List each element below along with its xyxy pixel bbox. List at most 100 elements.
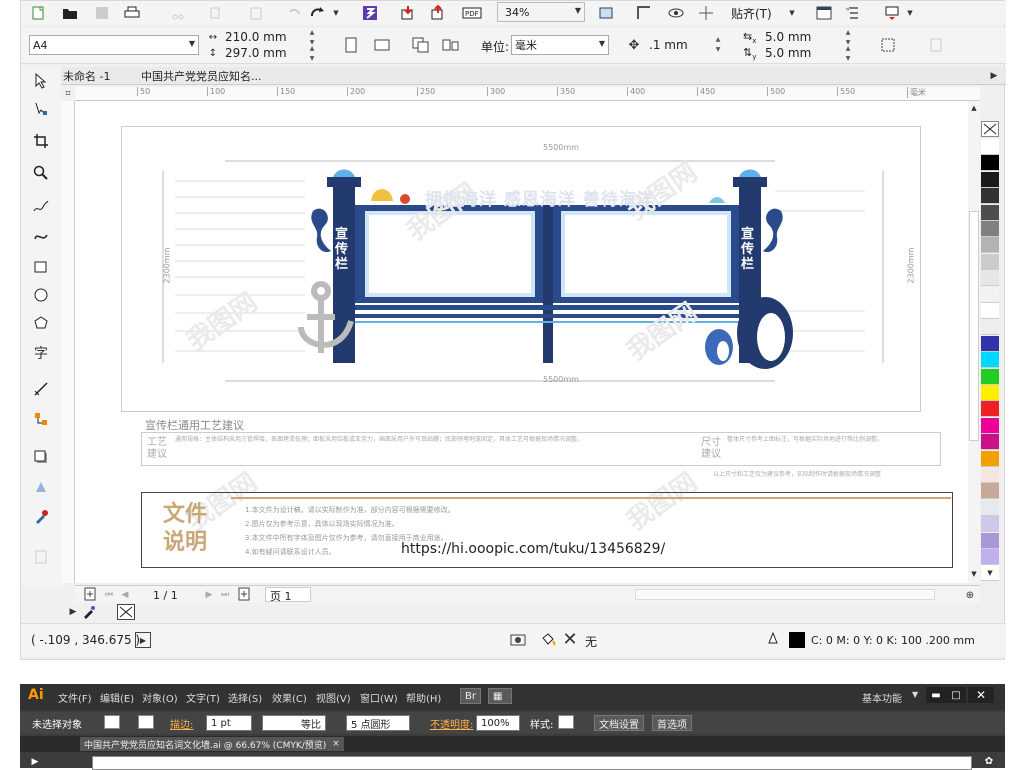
- show-rulers-icon[interactable]: [635, 4, 653, 22]
- palette-swatch[interactable]: [981, 270, 999, 287]
- publish-pdf-icon[interactable]: PDF: [461, 4, 483, 22]
- palette-swatch[interactable]: [981, 467, 999, 483]
- palette-swatch[interactable]: [981, 319, 999, 336]
- ai-menu-view[interactable]: 视图(V): [316, 690, 351, 705]
- ai-stroke-swatch[interactable]: [138, 715, 154, 729]
- add-page-after-icon[interactable]: [237, 587, 251, 601]
- treat-as-filled-icon[interactable]: [879, 36, 897, 54]
- ai-doc-tab[interactable]: 中国共产党党员应知名词文化墙.ai @ 66.67% (CMYK/预览) ×: [80, 737, 344, 751]
- snap-dropdown-icon[interactable]: ▼: [787, 4, 797, 22]
- ai-preferences-button[interactable]: 首选项: [652, 715, 692, 731]
- import-icon[interactable]: [399, 4, 417, 22]
- ai-opacity-label[interactable]: 不透明度:: [430, 716, 473, 731]
- scroll-up-icon[interactable]: ▲: [968, 103, 980, 113]
- palette-swatch[interactable]: [981, 450, 999, 467]
- guidelines-icon[interactable]: [697, 4, 715, 22]
- horizontal-scrollbar[interactable]: [635, 589, 935, 600]
- duplicate-distance-y[interactable]: 5.0 mm: [765, 46, 811, 60]
- horizontal-ruler[interactable]: 50 100 150 200 250 300 350 400 450 500 550 毫米: [75, 87, 980, 101]
- options-icon[interactable]: [815, 4, 833, 22]
- redo-dropdown-icon[interactable]: ▼: [331, 4, 341, 22]
- palette-swatch[interactable]: [981, 253, 999, 270]
- ai-menu-edit[interactable]: 编辑(E): [100, 690, 134, 705]
- polygon-tool-icon[interactable]: [31, 313, 51, 333]
- freehand-tool-icon[interactable]: [31, 197, 51, 217]
- palette-swatch[interactable]: [981, 434, 999, 451]
- next-page-icon[interactable]: ▶: [203, 588, 215, 602]
- scroll-down-icon[interactable]: ▼: [968, 569, 980, 579]
- crop-tool-icon[interactable]: [31, 131, 51, 151]
- scroll-thumb[interactable]: [969, 211, 979, 441]
- print-icon[interactable]: [123, 4, 141, 22]
- ai-doc-tab-close-icon[interactable]: ×: [332, 739, 340, 749]
- ai-maximize-icon[interactable]: □: [946, 687, 966, 703]
- dup-y-spinner[interactable]: ▲ ▼: [843, 44, 853, 64]
- status-info-icon[interactable]: [509, 632, 527, 648]
- ai-stroke-label[interactable]: 描边:: [170, 716, 193, 731]
- vertical-scrollbar[interactable]: ▲ ▼: [968, 101, 980, 583]
- ai-brush[interactable]: 5 点圆形: [346, 715, 410, 731]
- zoom-navigator-icon[interactable]: ⊕: [963, 588, 977, 602]
- current-page-icon[interactable]: [441, 36, 461, 54]
- palette-swatch[interactable]: [981, 188, 999, 205]
- palette-swatch[interactable]: [981, 335, 999, 352]
- palette-swatch[interactable]: [981, 401, 999, 418]
- undo-icon[interactable]: [285, 4, 303, 22]
- new-file-icon[interactable]: [29, 4, 47, 22]
- nudge-value[interactable]: .1 mm: [649, 38, 688, 52]
- shape-tool-icon[interactable]: [31, 99, 51, 119]
- palette-swatch[interactable]: [981, 516, 999, 533]
- copy-icon[interactable]: [207, 4, 225, 22]
- palette-swatch[interactable]: [981, 368, 999, 385]
- ai-arrange-button[interactable]: ▦: [488, 688, 512, 704]
- paste-icon[interactable]: [247, 4, 265, 22]
- palette-swatch[interactable]: [981, 155, 999, 172]
- palette-swatch[interactable]: [981, 286, 999, 303]
- palette-swatch[interactable]: [981, 499, 999, 516]
- options-page-icon[interactable]: [927, 36, 945, 54]
- ai-menu-window[interactable]: 窗口(W): [360, 690, 398, 705]
- ai-menu-effect[interactable]: 效果(C): [272, 690, 307, 705]
- tab-scroll-right-icon[interactable]: ▶: [987, 69, 1001, 83]
- first-page-icon[interactable]: ⏮: [103, 588, 115, 602]
- corel-connect-icon[interactable]: [361, 4, 379, 22]
- tab-party-doc[interactable]: 中国共产党党员应知名...: [141, 68, 301, 84]
- open-folder-icon[interactable]: [61, 4, 79, 22]
- outline-pen-icon[interactable]: [765, 632, 781, 648]
- interactive-fill-icon[interactable]: [31, 547, 51, 567]
- full-screen-preview-icon[interactable]: [597, 4, 615, 22]
- drop-shadow-icon[interactable]: [31, 447, 51, 467]
- status-play-icon[interactable]: ▶: [135, 632, 151, 648]
- palette-swatch[interactable]: [981, 171, 999, 188]
- units-select[interactable]: 毫米: [511, 35, 609, 55]
- pick-tool-icon[interactable]: [31, 71, 51, 91]
- ai-workspace-dropdown-icon[interactable]: ▼: [912, 690, 918, 699]
- ai-menu-type[interactable]: 文字(T): [186, 690, 220, 705]
- zoom-level-select[interactable]: 34%: [497, 2, 585, 22]
- ai-workspace[interactable]: 基本功能: [862, 690, 902, 705]
- connector-tool-icon[interactable]: [31, 409, 51, 429]
- ellipse-tool-icon[interactable]: [31, 285, 51, 305]
- fill-bucket-icon[interactable]: [539, 632, 557, 648]
- save-icon[interactable]: [93, 4, 111, 22]
- ai-minimize-icon[interactable]: ▬: [926, 687, 946, 703]
- doc-no-color-swatch[interactable]: [117, 604, 135, 620]
- redo-icon[interactable]: [309, 4, 327, 22]
- prev-page-icon[interactable]: ◀: [119, 588, 131, 602]
- palette-swatch[interactable]: [981, 352, 999, 369]
- export-icon[interactable]: [429, 4, 447, 22]
- add-page-before-icon[interactable]: [83, 587, 97, 601]
- ai-menu-select[interactable]: 选择(S): [228, 690, 262, 705]
- launch-dropdown-icon[interactable]: ▼: [905, 4, 915, 22]
- snap-to-menu[interactable]: 贴齐(T): [731, 5, 772, 22]
- ai-color-panel-icon[interactable]: ✿: [980, 754, 998, 768]
- page-height-value[interactable]: 297.0 mm: [225, 46, 287, 60]
- page-width-value[interactable]: 210.0 mm: [225, 30, 287, 44]
- height-spinner[interactable]: ▲ ▼: [307, 44, 317, 64]
- ai-fill-swatch[interactable]: [104, 715, 120, 729]
- ai-close-icon[interactable]: ✕: [968, 687, 994, 703]
- ai-menu-object[interactable]: 对象(O): [142, 690, 178, 705]
- palette-swatch[interactable]: [981, 385, 999, 401]
- ruler-origin-icon[interactable]: ⌗: [61, 87, 75, 101]
- eyedropper-tool-icon[interactable]: [31, 507, 51, 527]
